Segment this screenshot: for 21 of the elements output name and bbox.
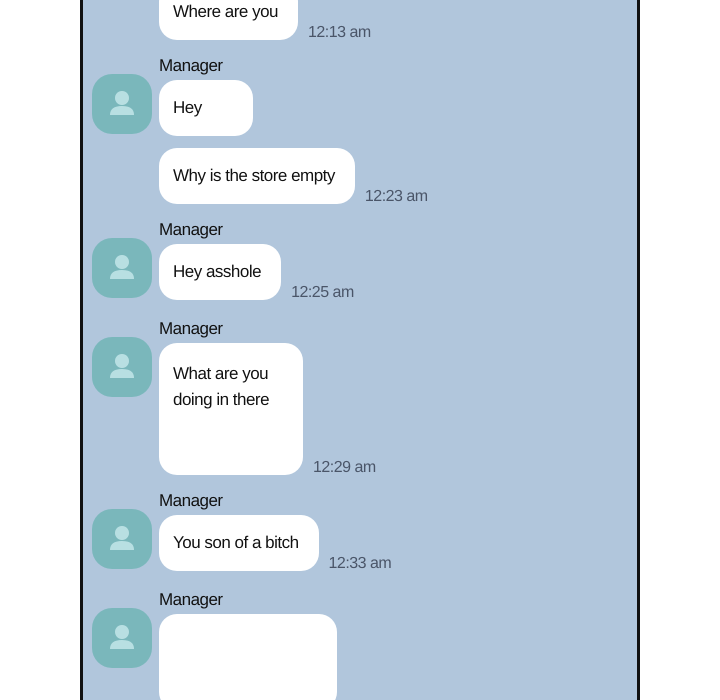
timestamp: 12:23 am <box>364 188 428 206</box>
message-bubble: You son of a bitch <box>159 515 319 571</box>
timestamp: 12:25 am <box>291 284 354 302</box>
avatar-icon <box>92 238 152 298</box>
sender-name: Manager <box>159 491 224 511</box>
timestamp: 12:33 am <box>328 555 392 573</box>
timestamp: 12:29 am <box>313 459 376 477</box>
message-bubble: Hey <box>159 80 253 136</box>
avatar-icon <box>92 509 152 569</box>
timestamp: 12:13 am <box>308 24 371 42</box>
message-bubble: Why is the store empty <box>159 148 355 204</box>
message-bubble: Where are you <box>159 0 298 40</box>
sender-name: Manager <box>159 220 224 240</box>
avatar-icon <box>92 74 152 134</box>
sender-name: Manager <box>159 590 224 610</box>
sender-name: Manager <box>159 319 224 339</box>
avatar-icon <box>92 337 152 397</box>
message-bubble: Hey asshole <box>159 244 282 300</box>
message-bubble: What are you doing in there <box>159 343 303 475</box>
avatar-icon <box>92 608 152 668</box>
sender-name: Manager <box>159 56 224 76</box>
